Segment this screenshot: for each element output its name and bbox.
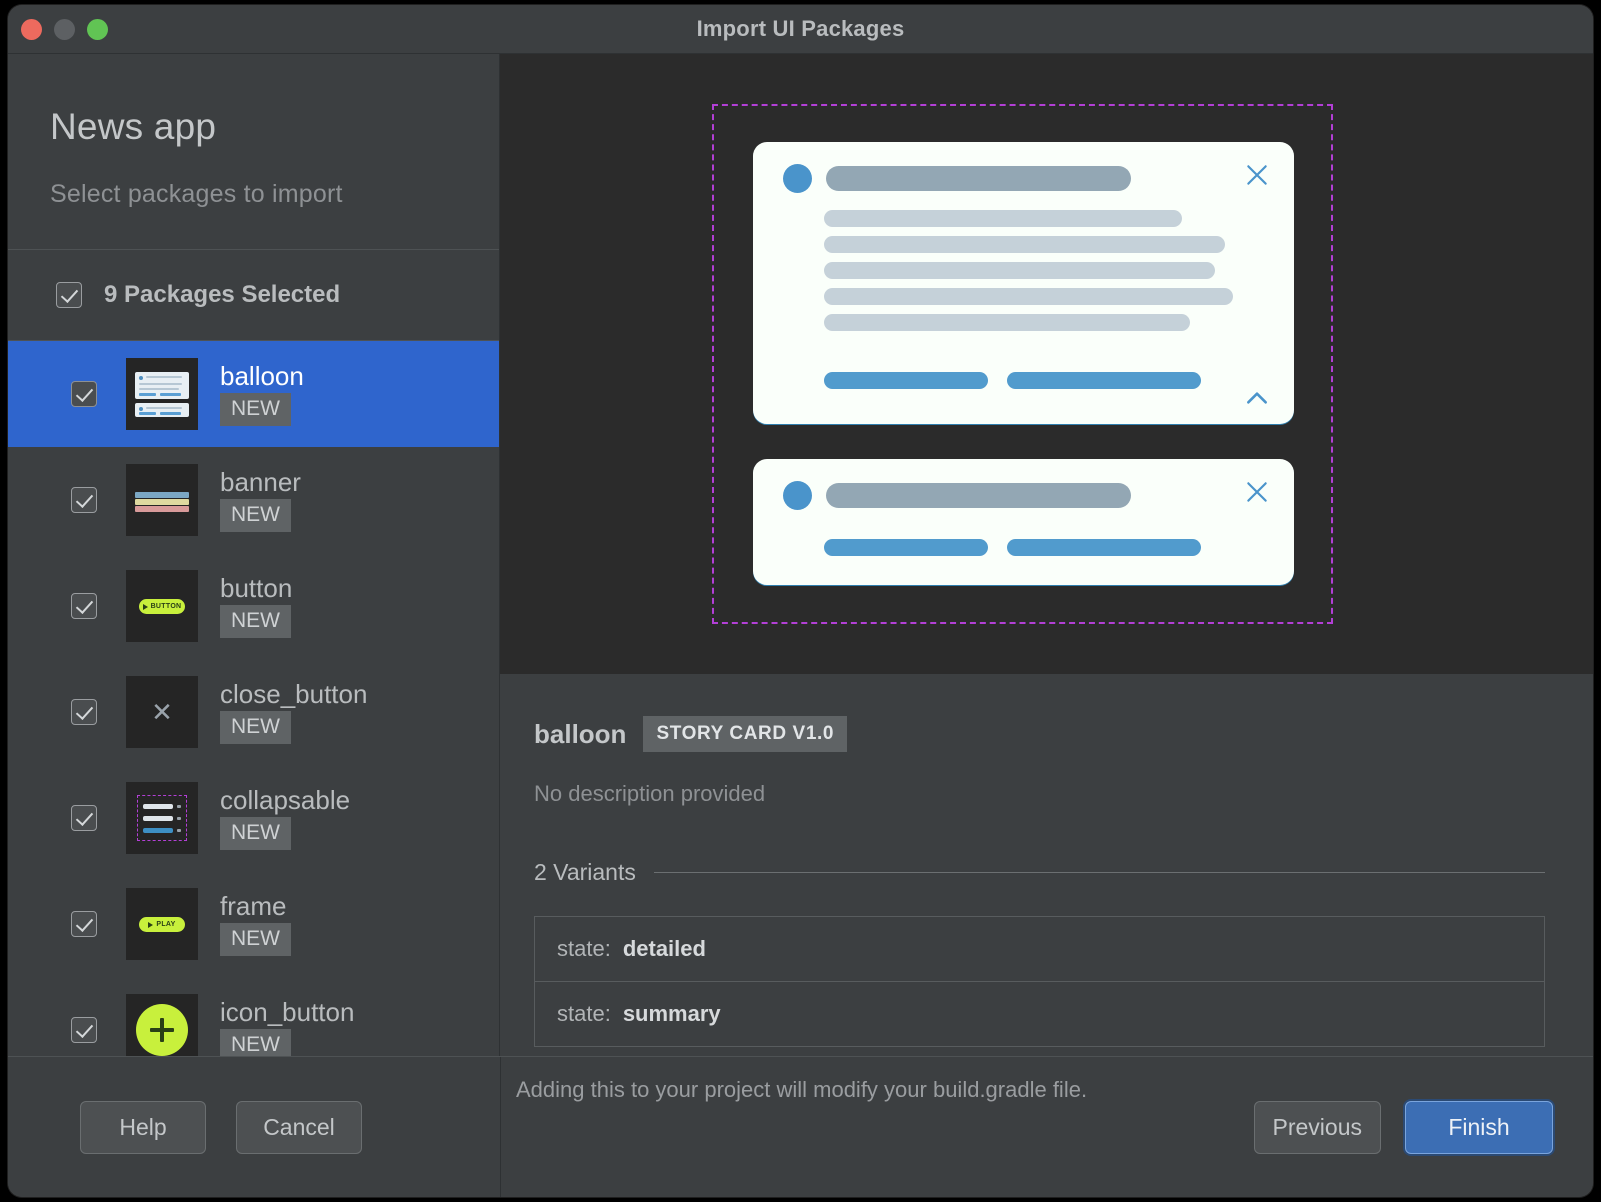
package-detail: balloon STORY CARD V1.0 No description p…: [500, 674, 1593, 1056]
chevron-up-icon[interactable]: [1244, 388, 1270, 408]
divider: [500, 1057, 501, 1197]
detail-pane: balloon STORY CARD V1.0 No description p…: [500, 54, 1593, 1056]
banner-bars-thumb-icon: [126, 464, 198, 536]
select-all-row[interactable]: 9 Packages Selected: [8, 250, 499, 341]
window-body: News app Select packages to import 9 Pac…: [8, 54, 1593, 1056]
list-item[interactable]: BUTTON button NEW: [8, 553, 499, 659]
list-item[interactable]: PLAY frame NEW: [8, 871, 499, 977]
card-title-placeholder: [826, 166, 1131, 191]
detail-description: No description provided: [534, 781, 766, 806]
package-meta: balloon NEW: [220, 360, 304, 427]
package-meta: frame NEW: [220, 890, 291, 957]
variant-value: summary: [622, 1001, 721, 1026]
status-badge: NEW: [220, 817, 291, 851]
button-pill-thumb-icon: BUTTON: [126, 570, 198, 642]
sidebar-header: News app Select packages to import: [8, 54, 499, 250]
card-title-placeholder: [826, 483, 1131, 508]
table-row[interactable]: state: summary: [535, 982, 1544, 1047]
card-action-primary[interactable]: [824, 539, 988, 556]
footer-right-actions: Previous Finish: [1253, 1100, 1553, 1154]
package-checkbox[interactable]: [71, 381, 97, 407]
variants-heading: 2 Variants: [534, 859, 1545, 886]
divider: [653, 872, 1545, 873]
list-item[interactable]: icon_button NEW: [8, 977, 499, 1056]
thumb-pill-label: BUTTON: [150, 603, 182, 610]
detail-package-name: balloon: [534, 718, 627, 749]
status-badge: NEW: [220, 1029, 291, 1056]
variant-key: state:: [557, 1001, 611, 1026]
package-meta: close_button NEW: [220, 678, 368, 745]
package-name: collapsable: [220, 784, 351, 815]
package-meta: collapsable NEW: [220, 784, 351, 851]
package-name: banner: [220, 466, 301, 497]
avatar: [783, 164, 812, 193]
status-badge: NEW: [220, 393, 291, 427]
card-action-secondary[interactable]: [1007, 372, 1201, 389]
package-name: close_button: [220, 678, 368, 709]
package-meta: banner NEW: [220, 466, 301, 533]
cancel-button[interactable]: Cancel: [236, 1100, 362, 1154]
dialog-footer: Adding this to your project will modify …: [8, 1056, 1593, 1197]
list-item[interactable]: collapsable NEW: [8, 765, 499, 871]
preview-card-summary: [753, 459, 1294, 585]
package-checkbox[interactable]: [71, 699, 97, 725]
package-checkbox[interactable]: [71, 487, 97, 513]
package-checkbox[interactable]: [71, 911, 97, 937]
finish-button[interactable]: Finish: [1405, 1100, 1553, 1154]
component-preview: [500, 54, 1593, 674]
package-list[interactable]: balloon NEW banner NEW BUTTON button NEW…: [8, 341, 499, 1056]
list-item[interactable]: banner NEW: [8, 447, 499, 553]
status-badge: NEW: [220, 605, 291, 639]
variant-key: state:: [557, 936, 611, 961]
list-item[interactable]: ✕ close_button NEW: [8, 659, 499, 765]
collapsable-rows-thumb-icon: [126, 782, 198, 854]
packages-sidebar: News app Select packages to import 9 Pac…: [8, 54, 500, 1056]
select-all-label: 9 Packages Selected: [104, 281, 341, 308]
list-item[interactable]: balloon NEW: [8, 341, 499, 447]
avatar: [783, 481, 812, 510]
help-button[interactable]: Help: [80, 1100, 206, 1154]
close-x-icon[interactable]: [1244, 479, 1270, 505]
import-ui-packages-window: Import UI Packages News app Select packa…: [8, 5, 1593, 1197]
variant-value: detailed: [622, 936, 706, 961]
frame-play-thumb-icon: PLAY: [126, 888, 198, 960]
package-checkbox[interactable]: [71, 593, 97, 619]
package-meta: button NEW: [220, 572, 293, 639]
window-titlebar: Import UI Packages: [8, 5, 1593, 54]
gradle-note: Adding this to your project will modify …: [516, 1077, 1088, 1102]
thumb-pill-label: PLAY: [156, 921, 176, 928]
close-x-icon[interactable]: [1244, 162, 1270, 188]
preview-card-detailed: [753, 142, 1294, 424]
icon-plus-thumb-icon: [126, 994, 198, 1056]
balloon-card-thumb-icon: [126, 358, 198, 430]
package-checkbox[interactable]: [71, 805, 97, 831]
package-name: balloon: [220, 360, 304, 391]
sidebar-subtitle: Select packages to import: [50, 180, 343, 208]
package-name: icon_button: [220, 996, 355, 1027]
detail-version-tag: STORY CARD V1.0: [643, 716, 848, 752]
table-row[interactable]: state: detailed: [535, 917, 1544, 982]
close-x-thumb-icon: ✕: [126, 676, 198, 748]
package-name: button: [220, 572, 293, 603]
package-meta: icon_button NEW: [220, 996, 355, 1056]
status-badge: NEW: [220, 711, 291, 745]
previous-button[interactable]: Previous: [1253, 1100, 1381, 1154]
status-badge: NEW: [220, 499, 291, 533]
variants-table: state: detailed state: summary: [534, 916, 1545, 1047]
project-title: News app: [50, 106, 217, 147]
package-name: frame: [220, 890, 287, 921]
variants-count-label: 2 Variants: [534, 859, 636, 885]
card-action-primary[interactable]: [824, 372, 988, 389]
package-checkbox[interactable]: [71, 1017, 97, 1043]
detail-header: balloon STORY CARD V1.0: [534, 716, 1545, 752]
select-all-checkbox[interactable]: [56, 282, 82, 308]
footer-left-actions: Help Cancel: [80, 1100, 362, 1154]
window-title: Import UI Packages: [696, 16, 905, 41]
status-badge: NEW: [220, 923, 291, 957]
card-action-secondary[interactable]: [1007, 539, 1201, 556]
